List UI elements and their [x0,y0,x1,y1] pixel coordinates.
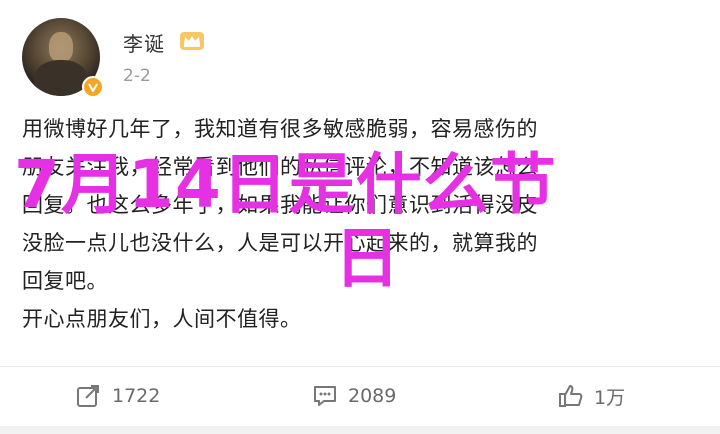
author-name[interactable]: 李诞 [123,28,165,57]
comment-icon [314,386,336,406]
post-header: 李诞 2-2 [22,18,702,98]
body-line: 用微博好几年了，我知道有很多敏感脆弱，容易感伤的 [22,117,538,141]
avatar-face [49,32,73,62]
like-count: 1万 [594,386,626,409]
comment-count: 2089 [348,385,397,407]
overlay-title-line2: 日 [334,220,401,297]
action-bar: 1722 2089 1万 [0,367,720,427]
comment-button[interactable]: 2089 [312,381,396,411]
thumbs-up-icon [559,385,583,407]
verified-badge-icon [82,76,104,98]
avatar-body [34,60,88,96]
bottom-separator [0,426,720,434]
crown-icon [180,32,204,50]
overlay-title-line1: 7月14日是什么节 [14,146,557,223]
post-date: 2-2 [123,66,151,86]
repost-icon [77,385,99,407]
repost-button[interactable]: 1722 [76,381,160,411]
repost-count: 1722 [112,385,161,407]
body-line: 开心点朋友们，人间不值得。 [22,307,302,331]
like-button[interactable]: 1万 [558,381,625,411]
